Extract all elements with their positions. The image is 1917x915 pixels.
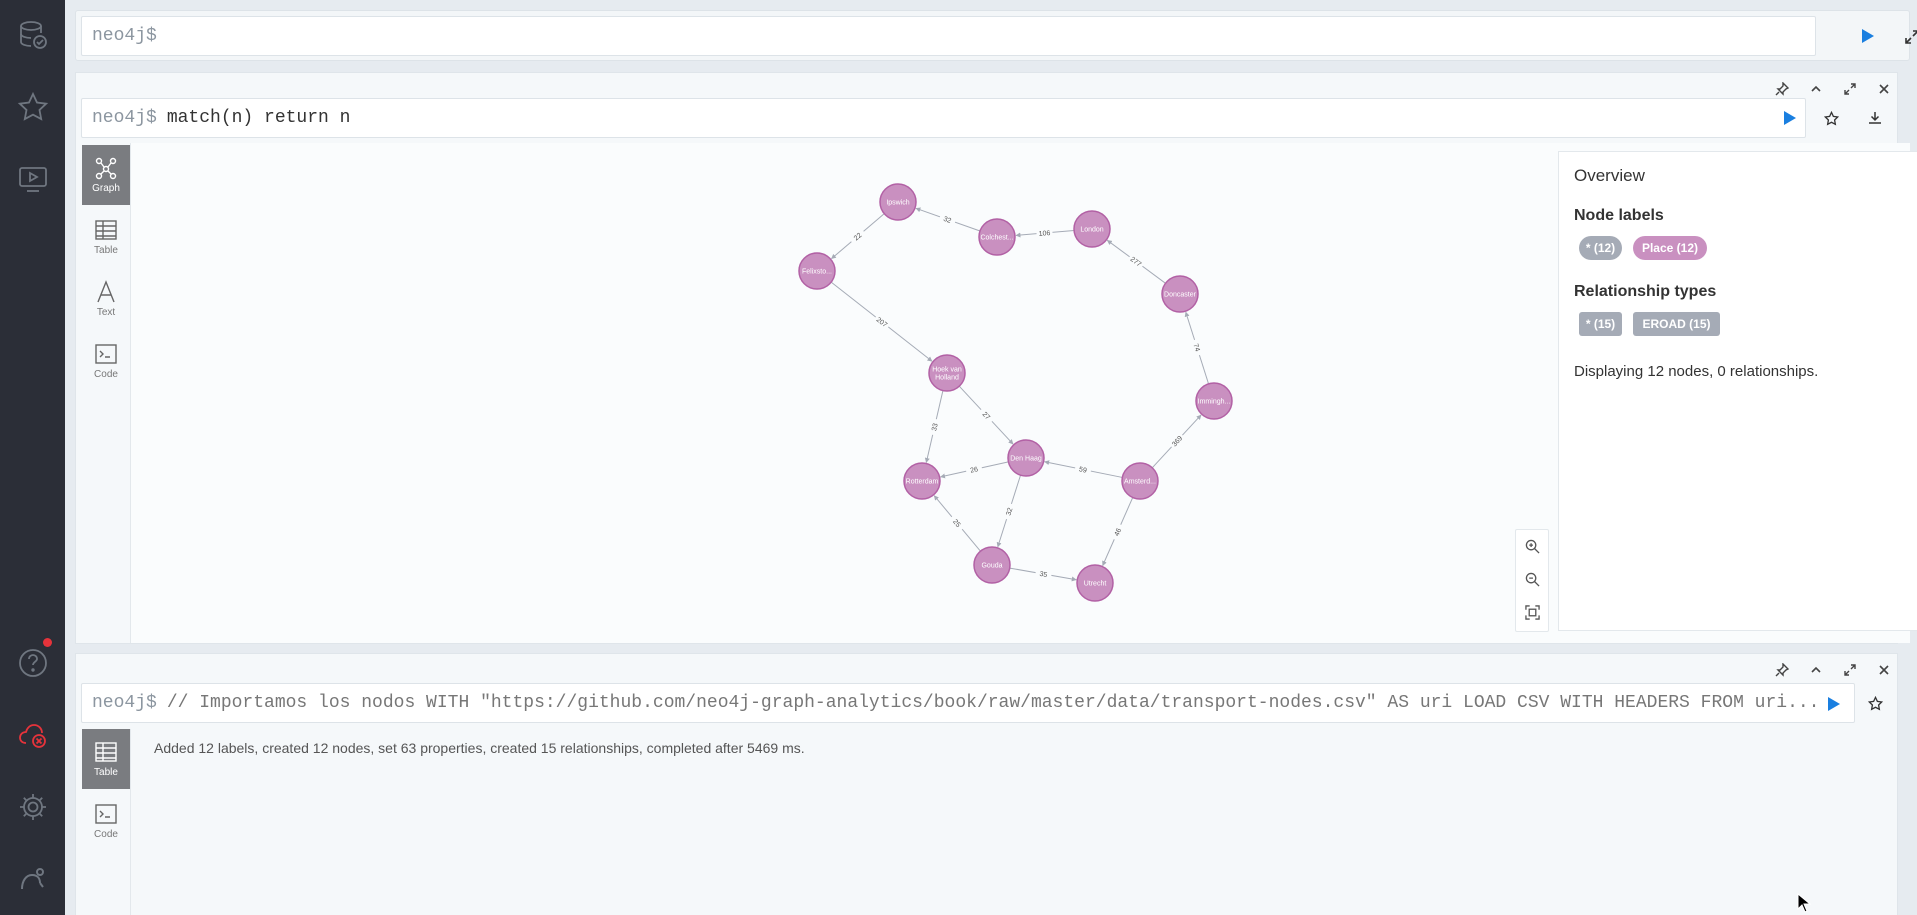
collapse-frame-button[interactable] [1806, 79, 1826, 99]
pin-frame-button[interactable] [1772, 660, 1792, 680]
help-icon[interactable] [12, 642, 54, 684]
node-label-all-pill[interactable]: * (12) [1579, 236, 1622, 260]
mouse-cursor-icon [1797, 893, 1811, 913]
neo4j-logo-icon[interactable] [12, 858, 54, 900]
node-caption: Holland [935, 375, 959, 382]
node-caption: Amsterd... [1124, 479, 1156, 486]
overview-status: Displaying 12 nodes, 0 relationships. [1574, 363, 1819, 380]
edge-label: 35 [1039, 571, 1048, 579]
zoom-controls [1515, 529, 1549, 632]
zoom-in-button[interactable] [1516, 530, 1548, 563]
fit-to-screen-button[interactable] [1516, 596, 1548, 629]
close-frame-button[interactable] [1874, 79, 1894, 99]
graph-icon [95, 157, 117, 180]
favorite-star-button[interactable] [1820, 107, 1842, 129]
frame-query-editor[interactable]: neo4j$ match(n) return n [81, 98, 1806, 138]
rerun-query-button[interactable] [1822, 692, 1846, 716]
node-caption: Utrecht [1084, 581, 1107, 588]
notification-dot [43, 638, 52, 647]
pin-frame-button[interactable] [1772, 79, 1792, 99]
node-caption: Den Haag [1010, 456, 1042, 463]
fullscreen-editor-button[interactable] [1901, 26, 1917, 48]
frame-query-editor[interactable]: neo4j$ // Importamos los nodos WITH "htt… [81, 683, 1855, 723]
result-frame-graph: neo4j$ match(n) return n Graph Table Tex… [75, 72, 1917, 644]
graph-svg[interactable]: 321062227720774332736926 5932462535Ipswic… [131, 143, 1251, 643]
edge-label: 26 [970, 466, 979, 475]
tab-label: Table [94, 767, 118, 778]
graph-canvas[interactable]: 32 106 22 277 207 74 33 27 369 26 59 32 46 25 35 Ipswic… [130, 143, 1917, 643]
fullscreen-frame-button[interactable] [1840, 79, 1860, 99]
node-caption: Gouda [981, 563, 1002, 570]
rel-type-all-pill[interactable]: * (15) [1579, 312, 1622, 336]
tab-label: Code [94, 829, 118, 840]
node-caption: Felixsto... [802, 269, 832, 276]
tab-code[interactable]: Code [82, 791, 130, 851]
tab-label: Text [96, 307, 116, 318]
import-result-message: Added 12 labels, created 12 nodes, set 6… [154, 740, 805, 756]
tab-code[interactable]: Code [82, 331, 130, 391]
node-caption: Hoek van [932, 367, 962, 374]
edge-label: 59 [1078, 466, 1087, 474]
favorite-star-button[interactable] [1864, 692, 1886, 714]
collapse-overview-button[interactable] [1913, 160, 1917, 184]
guides-play-icon[interactable] [12, 158, 54, 200]
collapse-frame-button[interactable] [1806, 660, 1826, 680]
frame-query: match(n) return n [166, 108, 351, 128]
view-tabs: Table Code [82, 729, 130, 853]
edge-label: 106 [1038, 230, 1050, 238]
disconnected-cloud-icon[interactable] [12, 714, 54, 756]
close-frame-button[interactable] [1874, 660, 1894, 680]
result-frame-import: neo4j$ // Importamos los nodos WITH "htt… [75, 653, 1898, 915]
tab-table[interactable]: Table [82, 207, 130, 267]
code-icon [95, 804, 117, 824]
tab-text[interactable]: Text [82, 269, 130, 329]
database-icon[interactable] [12, 14, 54, 56]
frame-prompt: neo4j$ [92, 693, 157, 713]
tab-label: Code [94, 369, 118, 380]
table-icon [95, 742, 117, 762]
node-caption: Rotterdam [906, 479, 939, 486]
overview-title: Overview [1574, 166, 1645, 185]
relationship-types-heading: Relationship types [1574, 283, 1717, 300]
node-caption: London [1080, 227, 1103, 234]
main-editor-bar: neo4j$ [75, 10, 1917, 61]
node-caption: Ipswich [886, 200, 909, 207]
table-icon [95, 220, 117, 240]
overview-panel: Overview Node labels * (12) Place (12) R… [1558, 151, 1917, 631]
text-icon [97, 280, 115, 303]
edge-label: 33 [931, 423, 940, 432]
tab-label: Table [94, 245, 118, 256]
node-label-place-pill[interactable]: Place (12) [1633, 236, 1707, 260]
tab-divider [130, 729, 131, 915]
zoom-out-button[interactable] [1516, 563, 1548, 596]
download-button[interactable] [1864, 107, 1886, 129]
fullscreen-frame-button[interactable] [1840, 660, 1860, 680]
node-caption: Colchest... [980, 235, 1013, 242]
favorites-star-icon[interactable] [12, 86, 54, 128]
rerun-query-button[interactable] [1778, 106, 1802, 130]
node-caption: Immingh... [1198, 399, 1231, 406]
tab-table[interactable]: Table [82, 729, 130, 789]
code-icon [95, 344, 117, 364]
tab-graph[interactable]: Graph [82, 145, 130, 205]
frame-query: // Importamos los nodos WITH "https://gi… [166, 693, 1820, 713]
frame-prompt: neo4j$ [92, 108, 157, 128]
node-labels-heading: Node labels [1574, 207, 1664, 224]
node-caption: Doncaster [1164, 292, 1197, 299]
tab-label: Graph [92, 183, 120, 194]
settings-gear-icon[interactable] [12, 786, 54, 828]
run-query-button[interactable] [1856, 24, 1880, 48]
rel-type-eroad-pill[interactable]: EROAD (15) [1633, 312, 1720, 336]
editor-prompt: neo4j$ [92, 26, 157, 46]
main-query-input[interactable]: neo4j$ [81, 16, 1816, 56]
view-tabs: Graph Table Text Code [82, 145, 130, 393]
app-sidebar [0, 0, 65, 915]
